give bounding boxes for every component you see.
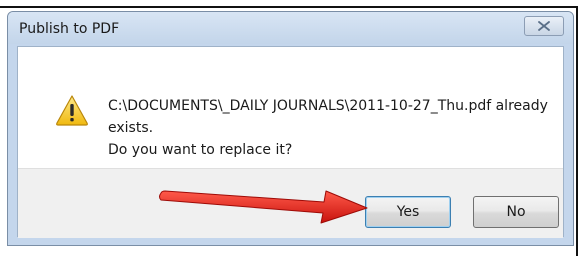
close-icon [538,21,550,31]
dialog-content: C:\DOCUMENTS\_DAILY JOURNALS\2011-10-27_… [17,46,564,238]
dialog-titlebar[interactable]: Publish to PDF [8,12,573,44]
yes-button[interactable]: Yes [365,196,451,228]
message-area: C:\DOCUMENTS\_DAILY JOURNALS\2011-10-27_… [18,47,563,168]
dialog-title: Publish to PDF [19,21,120,37]
screenshot-frame: Publish to PDF C:\DOCUMENTS\_DAILY JOURN… [0,0,582,256]
close-button[interactable] [524,16,564,36]
message-question-line: Do you want to replace it? [108,142,293,158]
message-path-line: C:\DOCUMENTS\_DAILY JOURNALS\2011-10-27_… [108,98,548,114]
warning-icon [56,95,88,126]
publish-dialog: Publish to PDF C:\DOCUMENTS\_DAILY JOURN… [7,11,574,246]
button-bar: Yes No [18,168,563,238]
no-button[interactable]: No [473,196,559,228]
message-exists-line: exists. [108,120,154,136]
